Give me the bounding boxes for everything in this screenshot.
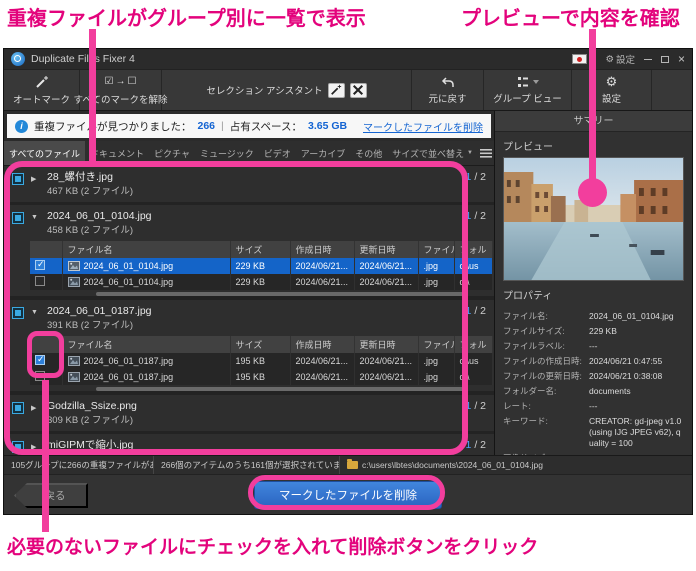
group-marked-count: 1 / 2 <box>465 439 486 451</box>
chevron-down-icon <box>532 79 539 84</box>
annotation-leader-line-bottom <box>42 380 49 532</box>
statusbar: 105グループに266の重複ファイルがあります 266個のアイテムのうち161個… <box>4 455 692 474</box>
property-row: ファイルの作成日時: 2024/06/21 0:47:55 <box>503 356 663 366</box>
back-button[interactable]: 戻る <box>14 483 88 508</box>
status-current-path-section: c:\users\lbtes\documents\2024_06_01_0104… <box>340 456 692 474</box>
wand-icon <box>331 84 342 95</box>
annotation-top-right: プレビューで内容を確認 <box>461 8 680 30</box>
list-view-button[interactable] <box>478 145 495 162</box>
property-row: キーワード: CREATOR: gd-jpeg v1.0 (using IJG J… <box>503 416 682 448</box>
undo-button[interactable]: 元に戻す <box>412 70 484 110</box>
selection-assistant-wand-button[interactable] <box>327 82 345 98</box>
undo-arrow-icon <box>441 76 454 87</box>
selection-assistant-tools-button[interactable] <box>349 82 367 98</box>
annotation-leader-line-right <box>589 29 596 183</box>
property-row: ファイルサイズ: 229 KB <box>503 326 617 336</box>
list-view-icon <box>480 149 493 158</box>
property-row: レート: --- <box>503 401 598 411</box>
group-marked-count: 1 / 2 <box>465 210 486 222</box>
info-icon: i <box>15 119 28 133</box>
japan-flag-icon <box>572 54 588 64</box>
screenshot-stage: 重複ファイルがグループ別に一覧で表示 プレビューで内容を確認 Duplicate… <box>0 0 696 571</box>
annotation-bottom: 必要のないファイルにチェックを入れて削除ボタンをクリック <box>7 537 539 558</box>
window-title: Duplicate Files Fixer 4 <box>31 53 135 65</box>
property-row: ファイルラベル: --- <box>503 341 598 351</box>
titlebar-settings-button[interactable]: ⚙ 設定 <box>605 52 635 67</box>
annotation-rect-file-list <box>4 161 468 455</box>
settings-button[interactable]: ⚙ 設定 <box>572 70 652 110</box>
annotation-rect-delete-button <box>248 475 445 510</box>
found-label: 重複ファイルが見つかりました： <box>34 120 192 133</box>
current-file-path: c:\users\lbtes\documents\2024_06_01_0104… <box>362 460 543 470</box>
infobar: i 重複ファイルが見つかりました： 266 | 占有スペース： 3.65 GB … <box>7 114 491 138</box>
property-row: ファイルの更新日時: 2024/06/21 0:38:08 <box>503 371 663 381</box>
space-label: 占有スペース： <box>229 120 303 133</box>
group-view-icon <box>517 76 528 87</box>
group-marked-count: 1 / 2 <box>465 171 486 183</box>
status-selection-info: 266個のアイテムのうち161個が選択されています (2.23 GB) <box>154 456 340 474</box>
close-button[interactable]: × <box>678 53 685 65</box>
property-row: ファイル名: 2024_06_01_0104.jpg <box>503 311 674 321</box>
gear-icon: ⚙ <box>605 74 618 89</box>
sort-caret-icon: ▼ <box>467 150 473 156</box>
folder-icon <box>347 459 358 469</box>
selection-assistant-group: セレクション アシスタント <box>162 70 412 110</box>
magic-wand-icon <box>35 75 48 88</box>
space-value: 3.65 GB <box>308 120 348 132</box>
maximize-button[interactable] <box>660 55 669 63</box>
annotation-rect-checkboxes <box>27 331 64 378</box>
automark-button[interactable]: オートマーク <box>4 70 80 110</box>
minimize-button[interactable] <box>643 58 652 60</box>
delete-marked-link[interactable]: マークしたファイルを削除 <box>363 119 483 134</box>
group-marked-count: 1 / 2 <box>465 305 486 317</box>
annotation-dot <box>578 178 607 207</box>
tools-icon <box>353 84 364 96</box>
group-view-button[interactable]: グループ ビュー <box>484 70 572 110</box>
property-row: フォルダー名: documents <box>503 386 631 396</box>
annotation-leader-line-left <box>89 29 96 163</box>
status-groups-info: 105グループに266の重複ファイルがあります <box>4 456 154 474</box>
properties-label: プロパティ <box>503 291 553 302</box>
annotation-top-left: 重複ファイルがグループ別に一覧で表示 <box>7 8 366 30</box>
found-count: 266 <box>197 120 216 132</box>
gear-icon: ⚙ <box>605 53 614 65</box>
properties-list: ファイル名: 2024_06_01_0104.jpg ファイルサイズ: 229 KB… <box>495 306 692 473</box>
app-logo-icon <box>11 52 25 66</box>
unmark-all-icon: ☑ → ☐ <box>104 76 137 87</box>
group-marked-count: 1 / 2 <box>465 400 486 412</box>
